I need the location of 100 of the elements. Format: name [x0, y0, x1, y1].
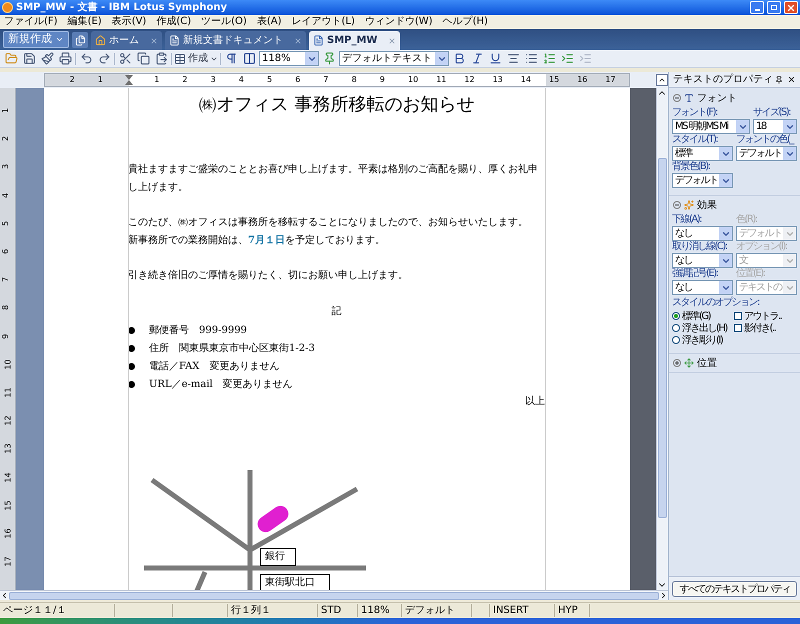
ruler-number: 1 [1, 108, 10, 114]
bullet-item-text: 住所 関東県東京市中心区東街1-2-3 [149, 342, 315, 356]
create-button[interactable]: 作成 [174, 51, 218, 66]
field-label: 背景色(B): [672, 161, 711, 173]
map-label: 東街駅北口 [260, 574, 330, 590]
ruler-number: 6 [295, 75, 300, 84]
status-text: 行１列１ [231, 604, 271, 616]
dropdown[interactable]: 18 [753, 119, 797, 134]
dropdown[interactable]: なし [672, 226, 733, 241]
ruler-number: 8 [352, 75, 357, 84]
collapse-icon[interactable] [673, 94, 681, 102]
field-label: フォント(F): [672, 107, 718, 119]
scroll-right-icon [659, 591, 668, 600]
close-tab-icon [388, 36, 396, 44]
ruler-number: 13 [4, 444, 13, 454]
ruler-number: 12 [464, 75, 475, 84]
bullet-item-text: 郵便番号 999-9999 [149, 324, 247, 338]
paragraph-text: 新事務所での業務開始は、7月１日を予定しております。 [128, 234, 386, 248]
minimize-button[interactable] [750, 1, 764, 14]
field-label: 色(R): [736, 214, 758, 226]
field-label: 取り消し線(C): [672, 241, 728, 253]
dropdown[interactable]: なし [672, 253, 733, 268]
menu-item[interactable]: レイアウト(L) [291, 16, 355, 28]
dropdown[interactable]: デフォルト [672, 173, 733, 188]
restore-button[interactable] [767, 1, 781, 14]
ruler-number: 16 [4, 528, 13, 539]
vertical-scrollbar[interactable] [656, 88, 668, 590]
document-icon [313, 35, 324, 46]
field-label: スタイル(T): [672, 134, 719, 146]
menu-item[interactable]: ファイル(F) [4, 16, 58, 28]
ruler-number: 9 [380, 75, 385, 84]
collapse-icon[interactable] [673, 201, 681, 209]
dropdown[interactable]: デフォルト [736, 146, 797, 161]
ruler-number: 8 [1, 305, 10, 310]
font-icon [684, 93, 694, 103]
position-icon [684, 358, 694, 368]
document-title: ㈱オフィス 事務所移転のお知らせ [198, 93, 474, 117]
ruler-number: 7 [323, 75, 328, 84]
ruler-number: 3 [210, 75, 216, 84]
menu-item[interactable]: 編集(E) [68, 16, 102, 28]
print-icon[interactable] [57, 50, 73, 66]
ruler-number: 2 [182, 75, 188, 84]
status-text: デフォルト [405, 604, 455, 616]
ruler-number: 15 [549, 75, 560, 84]
copy-icon[interactable] [135, 50, 151, 66]
panel-title: テキストのプロパティ [673, 72, 774, 87]
dropdown[interactable]: なし [672, 280, 733, 295]
radio-option[interactable]: 浮き出し(H) [672, 322, 734, 334]
app-logo-icon [2, 2, 13, 13]
checkbox-option[interactable]: 影付き(.. [734, 322, 782, 334]
close-button[interactable] [784, 1, 798, 14]
ruler-number: 1 [154, 75, 160, 84]
section-title: 位置 [697, 356, 717, 370]
checkbox[interactable] [734, 324, 742, 332]
ruler-number: 15 [4, 500, 13, 510]
document-tab[interactable]: 新規文書ドキュメント [165, 31, 306, 50]
paragraph-style-dropdown[interactable]: デフォルトテキスト [339, 51, 449, 66]
horizontal-scrollbar[interactable] [0, 590, 668, 600]
menu-item[interactable]: 表(A) [256, 16, 282, 28]
menu-item[interactable]: 表示(V) [112, 16, 146, 28]
ruler-number: 4 [238, 75, 244, 84]
cut-icon[interactable] [117, 50, 133, 66]
dropdown[interactable]: MS 明朝MS Mi [672, 119, 750, 134]
window-title: SMP_MW - 文書 - IBM Lotus Symphony [16, 0, 227, 15]
status-text: INSERT [493, 604, 528, 616]
ruler-number: 17 [4, 556, 13, 567]
pin-icon[interactable] [775, 76, 783, 84]
document-tab[interactable]: ホーム [91, 31, 162, 50]
close-icon [786, 2, 796, 12]
radio-button[interactable] [672, 312, 680, 320]
bullet-item-text: 電話／FAX 変更ありません [149, 360, 280, 374]
expand-icon[interactable] [673, 359, 681, 367]
menu-item[interactable]: 作成(C) [156, 16, 192, 28]
close-icon[interactable] [787, 75, 796, 84]
ruler-number: 4 [1, 192, 10, 198]
section-title: フォント [697, 92, 737, 106]
checkbox[interactable] [734, 312, 742, 320]
menu-item[interactable]: ウィンドウ(W) [364, 16, 433, 28]
radio-button[interactable] [672, 336, 680, 344]
menu-item[interactable]: ヘルプ(H) [442, 16, 488, 28]
radio-button[interactable] [672, 324, 680, 332]
zoom-dropdown[interactable]: 118% [259, 51, 319, 66]
ruler-number: 6 [1, 248, 10, 254]
field-label: サイズ(S): [753, 107, 792, 119]
ruler-toggle-icon[interactable] [656, 74, 668, 86]
ruler-number: 2 [1, 136, 10, 142]
all-text-properties-button[interactable]: すべてのテキストプロパティ [672, 580, 797, 596]
radio-option[interactable]: 浮き彫り(I) [672, 334, 734, 346]
document-tab[interactable]: SMP_MW [309, 31, 400, 50]
save-icon[interactable] [21, 50, 37, 66]
ruler-number: 11 [436, 75, 446, 84]
menu-item[interactable]: ツール(O) [201, 16, 247, 28]
radio-option[interactable]: 標準(G) [672, 310, 734, 322]
copy-icon[interactable] [72, 32, 88, 48]
ruler-number: 5 [1, 220, 10, 226]
new-document-button[interactable]: 新規作成 [3, 31, 69, 48]
dropdown[interactable]: 標準 [672, 146, 733, 161]
format-icon[interactable] [39, 50, 55, 66]
checkbox-option[interactable]: アウトラ.. [734, 310, 782, 322]
indent-marker-icon[interactable] [125, 75, 133, 85]
